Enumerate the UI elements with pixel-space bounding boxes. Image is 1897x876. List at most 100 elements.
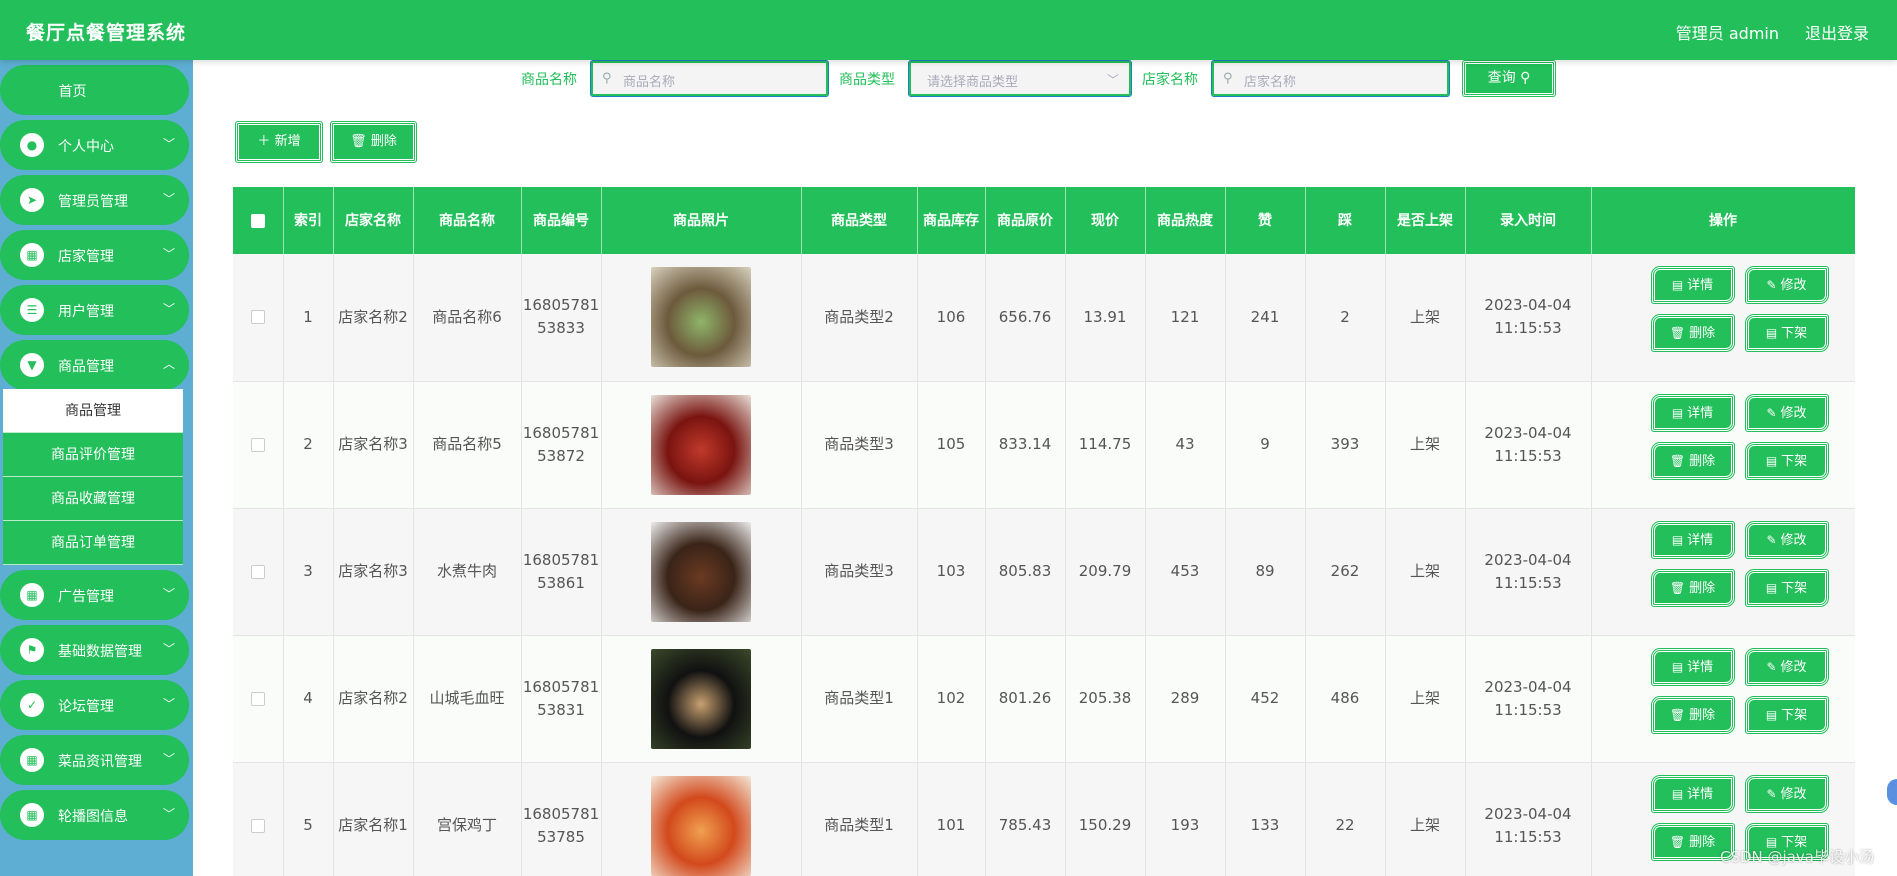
edit-button[interactable]: ✎ 修改 (1744, 520, 1829, 559)
cell-goods-photo (601, 635, 802, 763)
row-checkbox[interactable] (250, 564, 265, 579)
row-select-cell[interactable] (233, 381, 284, 509)
goods-photo[interactable] (651, 521, 751, 622)
cell-likes: 241 (1225, 254, 1306, 382)
cell-likes: 133 (1225, 762, 1306, 876)
sidebar-item-home[interactable]: 首页 (0, 65, 189, 115)
goods-photo[interactable] (651, 648, 751, 749)
sidebar-item-forum[interactable]: ✓ 论坛管理 ﹀ (0, 680, 189, 730)
row-select-cell[interactable] (233, 635, 284, 763)
row-checkbox[interactable] (250, 310, 265, 325)
edit-button[interactable]: ✎ 修改 (1744, 647, 1829, 686)
sidebar-item-carousel[interactable]: ▦ 轮播图信息 ﹀ (0, 790, 189, 840)
sidebar-item-ad-management[interactable]: ▦ 广告管理 ﹀ (0, 570, 189, 620)
user-icon: ● (20, 133, 44, 157)
submenu-item-goods-reviews[interactable]: 商品评价管理 (3, 433, 183, 477)
cell-on-shelf: 上架 (1385, 508, 1466, 636)
floating-helper[interactable] (1887, 779, 1897, 805)
cell-operations: ▤ 详情 ✎ 修改 🗑 删除 ▤ 下架 (1591, 254, 1855, 382)
table-row[interactable]: 2 店家名称3 商品名称5 1680578153872 商品类型3 105 833.14 11… (233, 381, 1855, 509)
column-header: 操作 (1591, 187, 1855, 254)
grid-icon: ▦ (20, 583, 44, 607)
edit-button[interactable]: ✎ 修改 (1744, 266, 1829, 305)
edit-label: 修改 (1780, 278, 1807, 294)
row-checkbox[interactable] (250, 691, 265, 706)
cell-created-time: 2023-04-04 11:15:53 (1465, 381, 1592, 509)
cell-stock: 101 (917, 762, 986, 876)
offshelf-button[interactable]: ▤ 下架 (1744, 314, 1829, 353)
row-checkbox[interactable] (250, 818, 265, 833)
detail-button[interactable]: ▤ 详情 (1650, 266, 1735, 305)
query-button[interactable]: 查询 ⚲ (1462, 60, 1556, 97)
cell-operations: ▤ 详情 ✎ 修改 🗑 删除 ▤ 下架 (1591, 635, 1855, 763)
row-select-cell[interactable] (233, 254, 284, 382)
cell-current-price: 114.75 (1065, 381, 1146, 509)
row-checkbox[interactable] (250, 437, 265, 452)
detail-button[interactable]: ▤ 详情 (1650, 520, 1735, 559)
row-select-cell[interactable] (233, 762, 284, 876)
cell-on-shelf: 上架 (1385, 635, 1466, 763)
delete-label: 删除 (1689, 707, 1716, 723)
submenu-item-goods[interactable]: 商品管理 (3, 389, 183, 433)
column-header: 商品库存 (917, 187, 986, 254)
add-button[interactable]: ＋ 新增 (235, 121, 323, 163)
table-row[interactable]: 3 店家名称3 水煮牛肉 1680578153861 商品类型3 103 805.83 209… (233, 508, 1855, 636)
delete-button[interactable]: 🗑 删除 (1650, 695, 1735, 734)
sidebar-item-label: 商品管理 (58, 359, 114, 375)
batch-delete-button[interactable]: 🗑 删除 (330, 121, 417, 163)
row-select-cell[interactable] (233, 508, 284, 636)
chevron-down-icon: ﹀ (1106, 73, 1119, 87)
column-header: 是否上架 (1385, 187, 1466, 254)
clipboard-icon: ✓ (20, 693, 44, 717)
sidebar-item-dish-news[interactable]: ▦ 菜品资讯管理 ﹀ (0, 735, 189, 785)
goods-name-label: 商品名称 (521, 72, 577, 88)
goods-photo[interactable] (651, 394, 751, 495)
chevron-down-icon: ﹀ (162, 752, 175, 766)
cell-dislikes: 22 (1305, 762, 1386, 876)
sidebar-item-personal-center[interactable]: ● 个人中心 ﹀ (0, 120, 189, 170)
delete-button-label: 删除 (370, 134, 397, 149)
select-all-checkbox[interactable] (250, 213, 265, 228)
delete-button[interactable]: 🗑 删除 (1650, 441, 1735, 480)
cell-shop-name: 店家名称2 (333, 254, 414, 382)
offshelf-button[interactable]: ▤ 下架 (1744, 695, 1829, 734)
table-row[interactable]: 4 店家名称2 山城毛血旺 1680578153831 商品类型1 102 801.26 20… (233, 635, 1855, 763)
cell-created-time: 2023-04-04 11:15:53 (1465, 254, 1592, 382)
sidebar-item-shop-management[interactable]: ▦ 店家管理 ﹀ (0, 230, 189, 280)
cell-goods-name: 水煮牛肉 (413, 508, 522, 636)
cell-operations: ▤ 详情 ✎ 修改 🗑 删除 ▤ 下架 (1591, 381, 1855, 509)
edit-button[interactable]: ✎ 修改 (1744, 393, 1829, 432)
pencil-icon: ✎ (1766, 786, 1777, 801)
edit-label: 修改 (1780, 532, 1807, 548)
table-row[interactable]: 5 店家名称1 宫保鸡丁 1680578153785 商品类型1 101 785.43 150… (233, 762, 1855, 876)
goods-type-select[interactable]: 请选择商品类型 ﹀ (908, 60, 1132, 97)
detail-button[interactable]: ▤ 详情 (1650, 393, 1735, 432)
sidebar-item-user-management[interactable]: ☰ 用户管理 ﹀ (0, 285, 189, 335)
shop-name-input[interactable]: ⚲ 店家名称 (1211, 60, 1450, 97)
goods-photo[interactable] (651, 267, 751, 368)
column-header: 现价 (1065, 187, 1146, 254)
sidebar-item-goods-management[interactable]: ▼ 商品管理 ︿ (0, 340, 189, 390)
goods-name-input[interactable]: ⚲ 商品名称 (590, 60, 829, 97)
offshelf-button[interactable]: ▤ 下架 (1744, 441, 1829, 480)
goods-photo[interactable] (651, 775, 751, 876)
goods-name-placeholder: 商品名称 (623, 75, 676, 90)
pencil-icon: ✎ (1766, 278, 1777, 293)
cell-on-shelf: 上架 (1385, 762, 1466, 876)
table-row[interactable]: 1 店家名称2 商品名称6 1680578153833 商品类型2 106 656.76 13… (233, 254, 1855, 382)
submenu-item-goods-orders[interactable]: 商品订单管理 (3, 521, 183, 565)
sidebar-item-admin-management[interactable]: ➤ 管理员管理 ﹀ (0, 175, 189, 225)
detail-button[interactable]: ▤ 详情 (1650, 774, 1735, 813)
delete-button[interactable]: 🗑 删除 (1650, 314, 1735, 353)
sidebar-item-basic-data[interactable]: ⚑ 基础数据管理 ﹀ (0, 625, 189, 675)
delete-button[interactable]: 🗑 删除 (1650, 568, 1735, 607)
edit-button[interactable]: ✎ 修改 (1744, 774, 1829, 813)
offshelf-button[interactable]: ▤ 下架 (1744, 568, 1829, 607)
select-all-header[interactable] (233, 187, 284, 254)
logout-link[interactable]: 退出登录 (1805, 20, 1869, 44)
sidebar-item-label: 首页 (58, 84, 87, 100)
cell-goods-code: 1680578153831 (521, 635, 602, 763)
submenu-item-goods-favorites[interactable]: 商品收藏管理 (3, 477, 183, 521)
detail-button[interactable]: ▤ 详情 (1650, 647, 1735, 686)
grid-icon: ▦ (20, 243, 44, 267)
